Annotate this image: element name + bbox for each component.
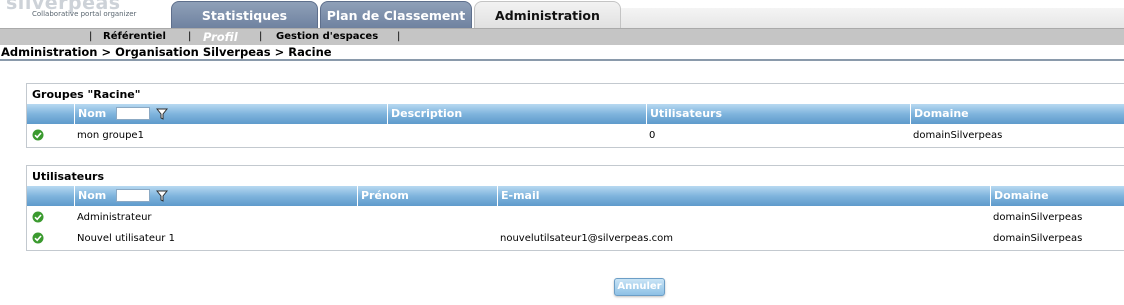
- column-utilisateurs[interactable]: Utilisateurs: [646, 104, 910, 124]
- column-nom[interactable]: Nom: [74, 104, 387, 124]
- check-icon: [32, 232, 44, 244]
- subnav-separator: |: [89, 31, 93, 42]
- status-column-header: [27, 104, 74, 124]
- user-name[interactable]: Administrateur: [77, 207, 152, 228]
- name-filter-input[interactable]: [116, 189, 150, 202]
- logo-tagline: Collaborative portal organizer: [32, 10, 137, 18]
- group-domain: domainSilverpeas: [913, 130, 1003, 141]
- table-row[interactable]: Nouvel utilisateur 1 nouvelutilsateur1@s…: [27, 228, 1124, 249]
- filter-icon[interactable]: [156, 190, 168, 202]
- user-domain: domainSilverpeas: [993, 212, 1083, 223]
- table-row[interactable]: mon groupe1 0 domainSilverpeas: [27, 125, 1124, 146]
- column-nom-label: Nom: [78, 107, 107, 120]
- cancel-button[interactable]: Annuler: [614, 278, 665, 296]
- status-column-header: [27, 186, 74, 206]
- filter-icon[interactable]: [156, 108, 168, 120]
- group-users-count: 0: [649, 130, 656, 141]
- column-prenom[interactable]: Prénom: [357, 186, 497, 206]
- breadcrumb: Administration > Organisation Silverpeas…: [1, 45, 332, 59]
- app-header: silverpeas Collaborative portal organize…: [0, 0, 1124, 29]
- groups-panel-title: Groupes "Racine": [32, 88, 141, 101]
- subnav-separator: |: [188, 31, 192, 42]
- groups-panel: Groupes "Racine" Nom Description Utilisa…: [26, 83, 1124, 148]
- column-domaine[interactable]: Domaine: [910, 104, 1124, 124]
- silverpeas-logo[interactable]: silverpeas Collaborative portal organize…: [6, 0, 166, 24]
- sub-navigation: | Référentiel | Profil | Gestion d'espac…: [0, 28, 1124, 45]
- subnav-separator: |: [397, 31, 401, 42]
- check-icon: [32, 211, 44, 223]
- subnav-gestion-espaces[interactable]: Gestion d'espaces: [276, 29, 378, 45]
- tab-plan-de-classement[interactable]: Plan de Classement: [320, 1, 472, 28]
- users-panel: Utilisateurs Nom Prénom E-mail Domaine A…: [26, 165, 1124, 251]
- column-domaine[interactable]: Domaine: [990, 186, 1124, 206]
- column-email[interactable]: E-mail: [497, 186, 990, 206]
- table-row[interactable]: Administrateur domainSilverpeas: [27, 207, 1124, 228]
- group-name[interactable]: mon groupe1: [77, 125, 144, 146]
- users-table-header: Nom Prénom E-mail Domaine: [27, 186, 1124, 206]
- tab-statistiques[interactable]: Statistiques: [171, 1, 318, 28]
- users-panel-title: Utilisateurs: [32, 170, 104, 183]
- user-domain: domainSilverpeas: [993, 233, 1083, 244]
- column-nom[interactable]: Nom: [74, 186, 357, 206]
- subnav-separator: |: [259, 31, 263, 42]
- user-name[interactable]: Nouvel utilisateur 1: [77, 228, 175, 249]
- column-description[interactable]: Description: [387, 104, 646, 124]
- column-nom-label: Nom: [78, 189, 107, 202]
- user-email[interactable]: nouvelutilsateur1@silverpeas.com: [500, 228, 673, 249]
- subnav-profil[interactable]: Profil: [203, 29, 238, 45]
- check-icon: [32, 129, 44, 141]
- name-filter-input[interactable]: [116, 107, 150, 120]
- tab-administration[interactable]: Administration: [474, 1, 621, 29]
- header-strip: [620, 8, 1124, 28]
- groups-table-header: Nom Description Utilisateurs Domaine: [27, 104, 1124, 124]
- subnav-referentiel[interactable]: Référentiel: [103, 29, 166, 45]
